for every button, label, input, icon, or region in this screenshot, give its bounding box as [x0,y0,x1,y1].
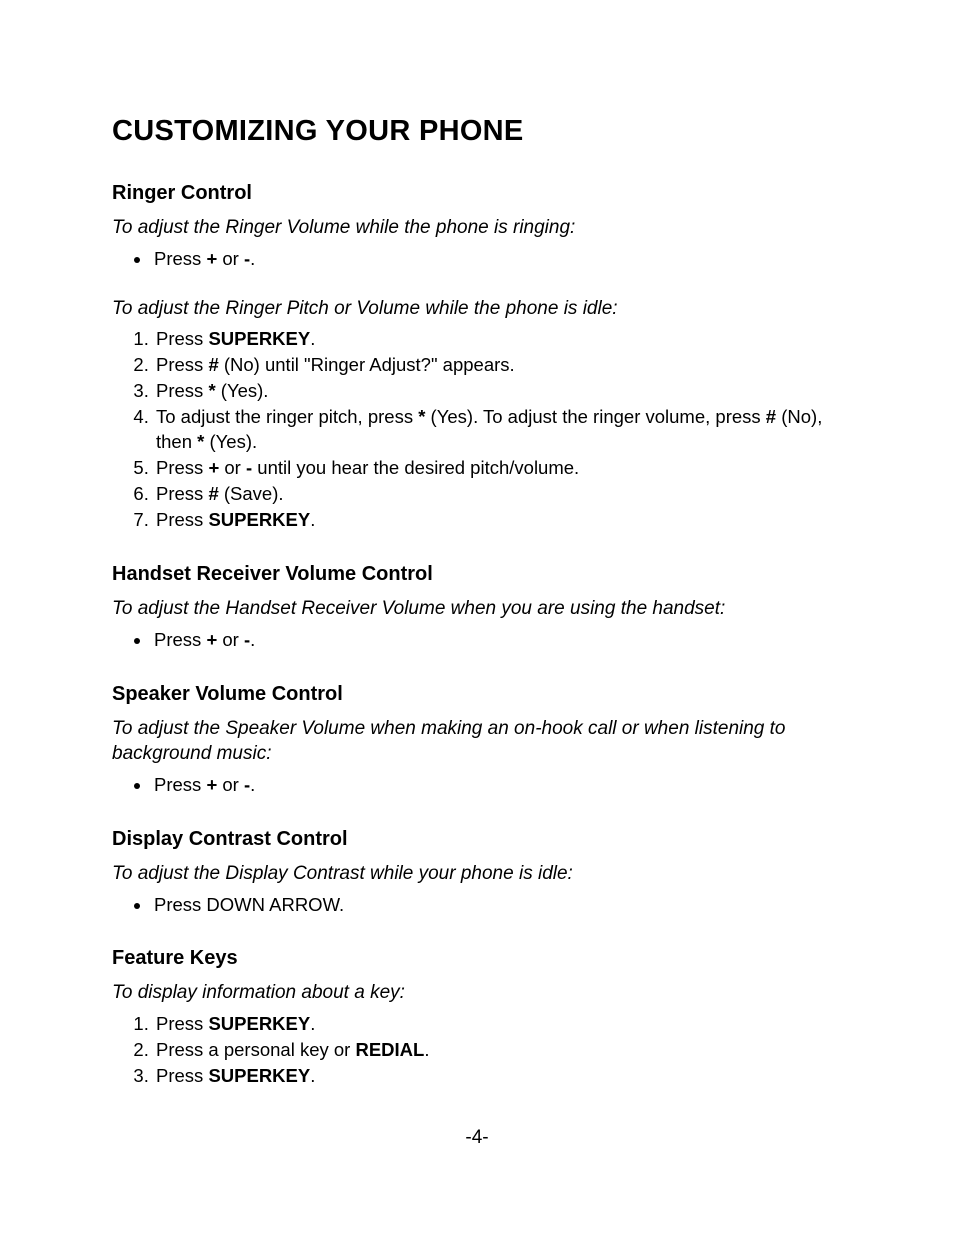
list-item: Press DOWN ARROW. [152,893,844,918]
list-item: Press # (No) until "Ringer Adjust?" appe… [154,353,844,378]
bullet-list: Press + or -. [112,247,844,272]
page-title: CUSTOMIZING YOUR PHONE [112,115,844,148]
list-item: Press + or -. [152,773,844,798]
list-item: To adjust the ringer pitch, press * (Yes… [154,405,844,455]
section-heading-speaker: Speaker Volume Control [112,683,844,706]
list-item: Press SUPERKEY. [154,508,844,533]
list-item: Press a personal key or REDIAL. [154,1038,844,1063]
instruction-text: To display information about a key: [112,980,844,1006]
list-item: Press SUPERKEY. [154,1012,844,1037]
list-item: Press + or -. [152,247,844,272]
bullet-list: Press DOWN ARROW. [112,893,844,918]
numbered-list: Press SUPERKEY. Press a personal key or … [112,1012,844,1089]
section-heading-display: Display Contrast Control [112,828,844,851]
instruction-text: To adjust the Ringer Volume while the ph… [112,215,844,241]
list-item: Press SUPERKEY. [154,327,844,352]
list-item: Press SUPERKEY. [154,1064,844,1089]
section-heading-handset: Handset Receiver Volume Control [112,563,844,586]
list-item: Press + or -. [152,628,844,653]
list-item: Press # (Save). [154,482,844,507]
page-number: -4- [0,1127,954,1149]
list-item: Press * (Yes). [154,379,844,404]
bullet-list: Press + or -. [112,628,844,653]
instruction-text: To adjust the Handset Receiver Volume wh… [112,596,844,622]
section-heading-ringer: Ringer Control [112,182,844,205]
list-item: Press + or - until you hear the desired … [154,456,844,481]
page-content: CUSTOMIZING YOUR PHONE Ringer Control To… [0,0,954,1089]
numbered-list: Press SUPERKEY. Press # (No) until "Ring… [112,327,844,533]
instruction-text: To adjust the Display Contrast while you… [112,861,844,887]
instruction-text: To adjust the Ringer Pitch or Volume whi… [112,296,844,322]
section-heading-feature: Feature Keys [112,947,844,970]
instruction-text: To adjust the Speaker Volume when making… [112,716,844,767]
bullet-list: Press + or -. [112,773,844,798]
